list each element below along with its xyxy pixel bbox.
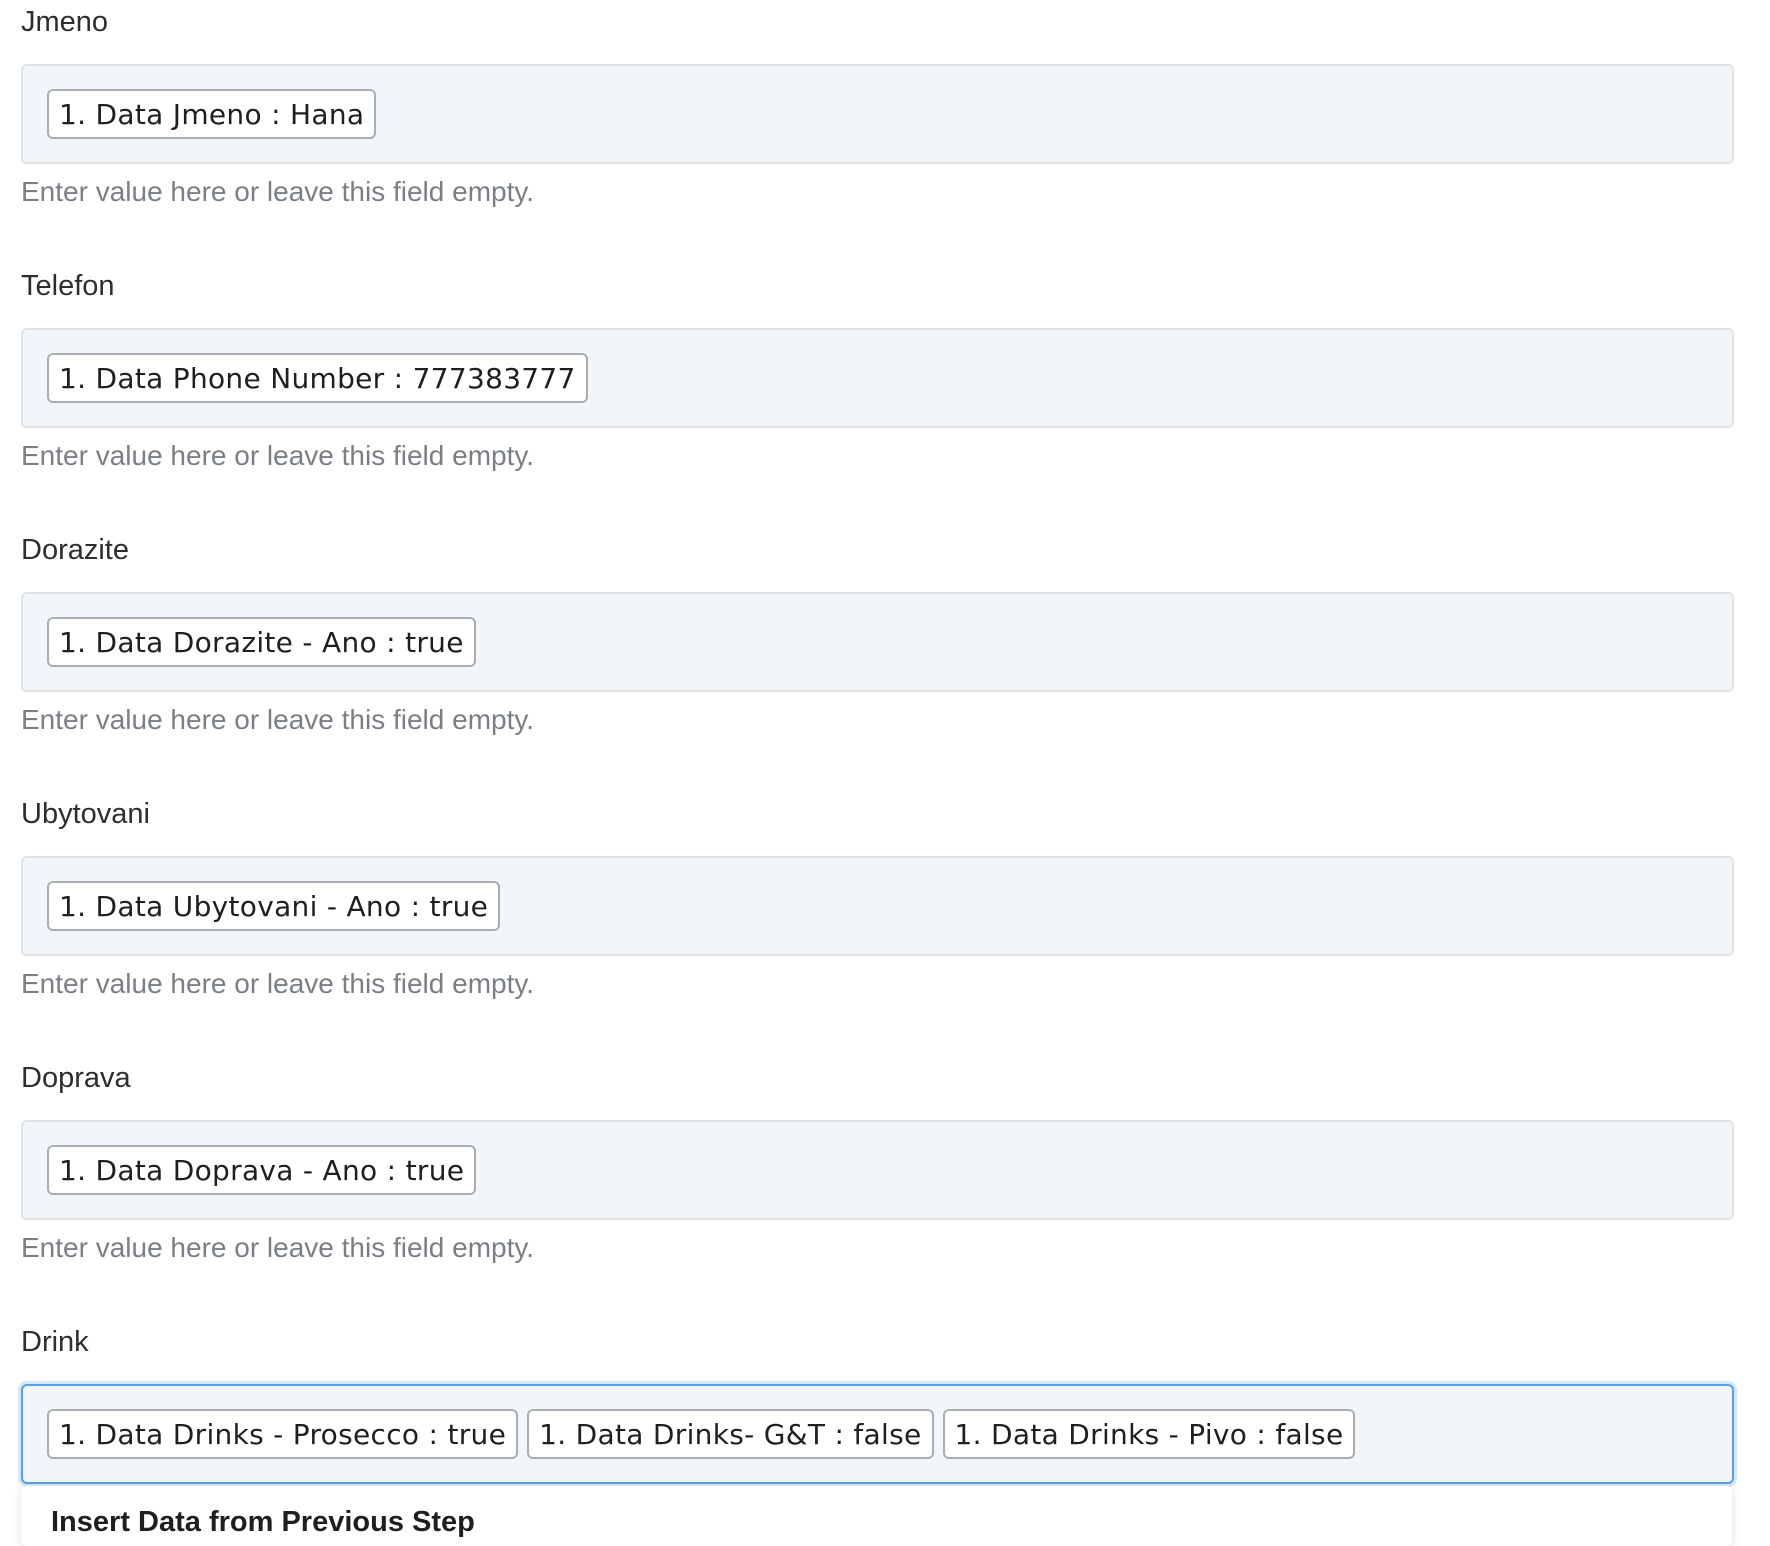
data-pill[interactable]: 1. Data Drinks - Prosecco : true xyxy=(47,1409,519,1459)
field-label: Doprava xyxy=(21,1062,131,1094)
field-label: Dorazite xyxy=(21,534,129,566)
data-pill[interactable]: 1. Data Drinks- G&T : false xyxy=(527,1409,934,1459)
field-hint: Enter value here or leave this field emp… xyxy=(21,1232,535,1263)
field-hint: Enter value here or leave this field emp… xyxy=(21,440,535,471)
field-input-ubytovani[interactable]: 1. Data Ubytovani - Ano : true xyxy=(21,856,1734,956)
field-input-drink[interactable]: 1. Data Drinks - Prosecco : true 1. Data… xyxy=(21,1384,1734,1484)
field-jmeno: Jmeno 1. Data Jmeno : Hana Enter value h… xyxy=(21,0,1734,236)
field-hint: Enter value here or leave this field emp… xyxy=(21,176,535,207)
field-ubytovani: Ubytovani 1. Data Ubytovani - Ano : true… xyxy=(21,792,1734,1028)
dropdown-title: Insert Data from Previous Step xyxy=(51,1506,475,1538)
data-pill[interactable]: 1. Data Phone Number : 777383777 xyxy=(47,353,588,403)
field-hint: Enter value here or leave this field emp… xyxy=(21,704,535,735)
field-label: Jmeno xyxy=(21,6,109,38)
field-input-telefon[interactable]: 1. Data Phone Number : 777383777 xyxy=(21,328,1734,428)
data-pill[interactable]: 1. Data Dorazite - Ano : true xyxy=(47,617,476,667)
data-pill[interactable]: 1. Data Drinks - Pivo : false xyxy=(942,1409,1356,1459)
field-input-doprava[interactable]: 1. Data Doprava - Ano : true xyxy=(21,1120,1734,1220)
field-label: Telefon xyxy=(21,270,115,302)
field-telefon: Telefon 1. Data Phone Number : 777383777… xyxy=(21,264,1734,500)
data-pill[interactable]: 1. Data Ubytovani - Ano : true xyxy=(47,881,501,931)
field-input-dorazite[interactable]: 1. Data Dorazite - Ano : true xyxy=(21,592,1734,692)
data-pill[interactable]: 1. Data Doprava - Ano : true xyxy=(47,1145,477,1195)
field-drink: Drink 1. Data Drinks - Prosecco : true 1… xyxy=(21,1320,1734,1484)
field-dorazite: Dorazite 1. Data Dorazite - Ano : true E… xyxy=(21,528,1734,764)
data-pill[interactable]: 1. Data Jmeno : Hana xyxy=(47,89,377,139)
field-doprava: Doprava 1. Data Doprava - Ano : true Ent… xyxy=(21,1056,1734,1292)
field-label: Ubytovani xyxy=(21,798,150,830)
insert-data-dropdown[interactable]: Insert Data from Previous Step xyxy=(21,1486,1732,1546)
field-mapping-form: Jmeno 1. Data Jmeno : Hana Enter value h… xyxy=(21,0,1734,1484)
field-label: Drink xyxy=(21,1326,89,1358)
field-hint: Enter value here or leave this field emp… xyxy=(21,968,535,999)
field-input-jmeno[interactable]: 1. Data Jmeno : Hana xyxy=(21,64,1734,164)
